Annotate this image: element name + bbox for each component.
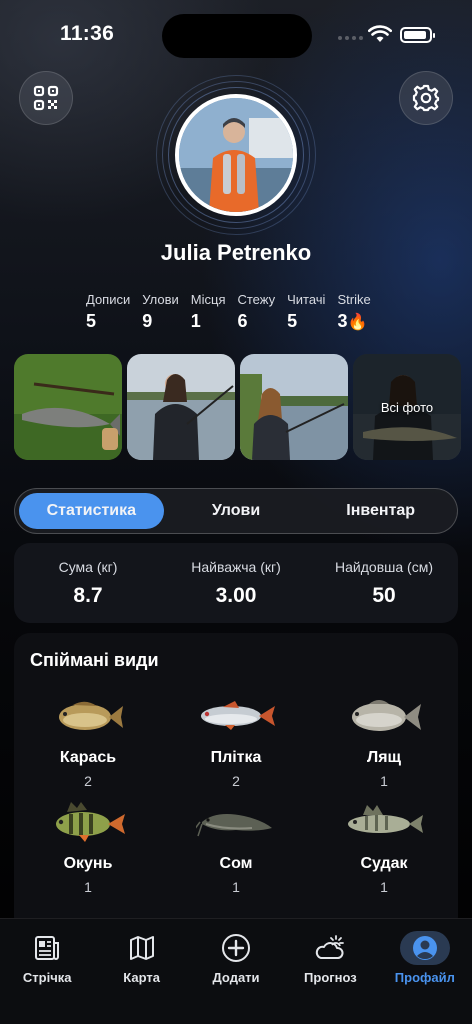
settings-button[interactable] xyxy=(399,71,453,125)
profile-stats: Дописи 5 Улови 9 Місця 1 Стежу 6 Читачі … xyxy=(86,292,383,332)
stat-followers[interactable]: Читачі 5 xyxy=(287,292,325,332)
nav-label: Стрічка xyxy=(22,970,72,985)
stat-posts[interactable]: Дописи 5 xyxy=(86,292,130,332)
species-count: 1 xyxy=(84,879,92,895)
profile-tabs: Статистика Улови Інвентар xyxy=(14,488,458,534)
perch-icon xyxy=(56,802,125,842)
stat-catches[interactable]: Улови 9 xyxy=(142,292,179,332)
qr-code-button[interactable] xyxy=(19,71,73,125)
nav-forecast[interactable]: Прогноз xyxy=(283,931,377,1024)
avatar xyxy=(175,94,297,216)
map-icon xyxy=(129,936,154,960)
stat-label: Читачі xyxy=(287,292,326,307)
species-item[interactable]: Окунь 1 xyxy=(14,801,162,895)
species-count: 1 xyxy=(380,879,388,895)
nav-add[interactable]: Додати xyxy=(189,931,283,1024)
nav-feed[interactable]: Стрічка xyxy=(0,931,94,1024)
roach-icon xyxy=(201,701,275,730)
avatar-container[interactable] xyxy=(156,75,316,235)
bream-icon xyxy=(352,700,421,731)
catfish-icon xyxy=(196,814,272,837)
stat-label: Strike xyxy=(337,292,371,307)
stat-value: 6 xyxy=(237,311,248,331)
plus-circle-icon xyxy=(222,934,251,962)
summary-total-weight: Сума (кг) 8.7 xyxy=(14,559,162,608)
species-count: 1 xyxy=(380,773,388,789)
summary-label: Найдовша (см) xyxy=(335,558,433,575)
stat-strike[interactable]: Strike 3🔥 xyxy=(337,292,370,332)
all-photos-button[interactable]: Всі фото xyxy=(353,354,461,460)
summary-card: Сума (кг) 8.7 Найважча (кг) 3.00 Найдовш… xyxy=(14,543,458,623)
flame-icon: 🔥 xyxy=(347,314,368,331)
dynamic-island xyxy=(162,14,312,58)
species-name: Лящ xyxy=(366,749,402,766)
species-item[interactable]: Судак 1 xyxy=(310,801,458,895)
stat-label: Улови xyxy=(142,292,179,307)
photo-thumbnail[interactable] xyxy=(127,354,235,460)
summary-label: Найважча (кг) xyxy=(191,558,281,575)
tab-statistics[interactable]: Статистика xyxy=(19,493,164,529)
summary-value: 8.7 xyxy=(73,583,103,607)
species-name: Окунь xyxy=(63,855,113,872)
summary-heaviest: Найважча (кг) 3.00 xyxy=(162,559,310,608)
all-photos-label: Всі фото xyxy=(380,400,434,415)
species-count: 2 xyxy=(232,773,240,789)
summary-longest: Найдовша (см) 50 xyxy=(310,559,458,608)
photo-thumbnail[interactable] xyxy=(14,354,122,460)
newspaper-icon xyxy=(35,936,60,960)
summary-value: 50 xyxy=(372,583,396,607)
bottom-navigation: Стрічка Карта Додати Прогноз Профайл xyxy=(0,918,472,1024)
nav-label: Карта xyxy=(123,970,160,985)
gear-icon xyxy=(412,84,440,112)
species-name: Судак xyxy=(360,855,408,872)
stat-value: 3 xyxy=(337,311,348,331)
nav-map[interactable]: Карта xyxy=(94,931,188,1024)
summary-value: 3.00 xyxy=(215,583,257,607)
profile-icon xyxy=(412,936,437,960)
weather-icon xyxy=(316,935,345,959)
tab-catches[interactable]: Улови xyxy=(164,493,309,529)
nav-label: Прогноз xyxy=(304,970,357,985)
stat-value: 9 xyxy=(142,311,153,331)
stat-label: Дописи xyxy=(86,292,131,307)
species-item[interactable]: Карась 2 xyxy=(14,695,162,789)
photo-strip: Всі фото xyxy=(14,354,461,460)
crucian-carp-icon xyxy=(59,701,123,730)
stat-following[interactable]: Стежу 6 xyxy=(237,292,275,332)
nav-label: Профайл xyxy=(394,970,455,985)
species-name: Плітка xyxy=(210,749,262,766)
profile-name: Julia Petrenko xyxy=(160,240,312,265)
zander-icon xyxy=(348,805,423,833)
stat-value: 5 xyxy=(287,311,298,331)
tab-inventory[interactable]: Інвентар xyxy=(308,493,453,529)
species-item[interactable]: Лящ 1 xyxy=(310,695,458,789)
battery-icon xyxy=(400,27,435,43)
stat-label: Місця xyxy=(190,292,226,307)
species-name: Карась xyxy=(59,749,117,766)
species-item[interactable]: Сом 1 xyxy=(162,801,310,895)
stat-places[interactable]: Місця 1 xyxy=(191,292,226,332)
nav-profile[interactable]: Профайл xyxy=(378,931,472,1024)
nav-label: Додати xyxy=(212,970,260,985)
stat-value: 1 xyxy=(190,311,201,331)
species-count: 1 xyxy=(232,879,240,895)
species-name: Сом xyxy=(219,855,253,872)
stat-value: 5 xyxy=(86,311,97,331)
cellular-signal-icon xyxy=(338,36,363,40)
summary-label: Сума (кг) xyxy=(58,558,118,575)
stat-label: Стежу xyxy=(237,292,276,307)
photo-thumbnail[interactable] xyxy=(240,354,348,460)
section-title: Спіймані види xyxy=(30,650,159,670)
wifi-icon xyxy=(368,25,392,42)
species-item[interactable]: Плітка 2 xyxy=(162,695,310,789)
status-time: 11:36 xyxy=(60,22,115,45)
caught-species-card: Спіймані види Карась 2 Плітка 2 Лящ 1 Ок… xyxy=(14,633,458,933)
species-count: 2 xyxy=(84,773,92,789)
qr-code-icon xyxy=(33,85,59,111)
